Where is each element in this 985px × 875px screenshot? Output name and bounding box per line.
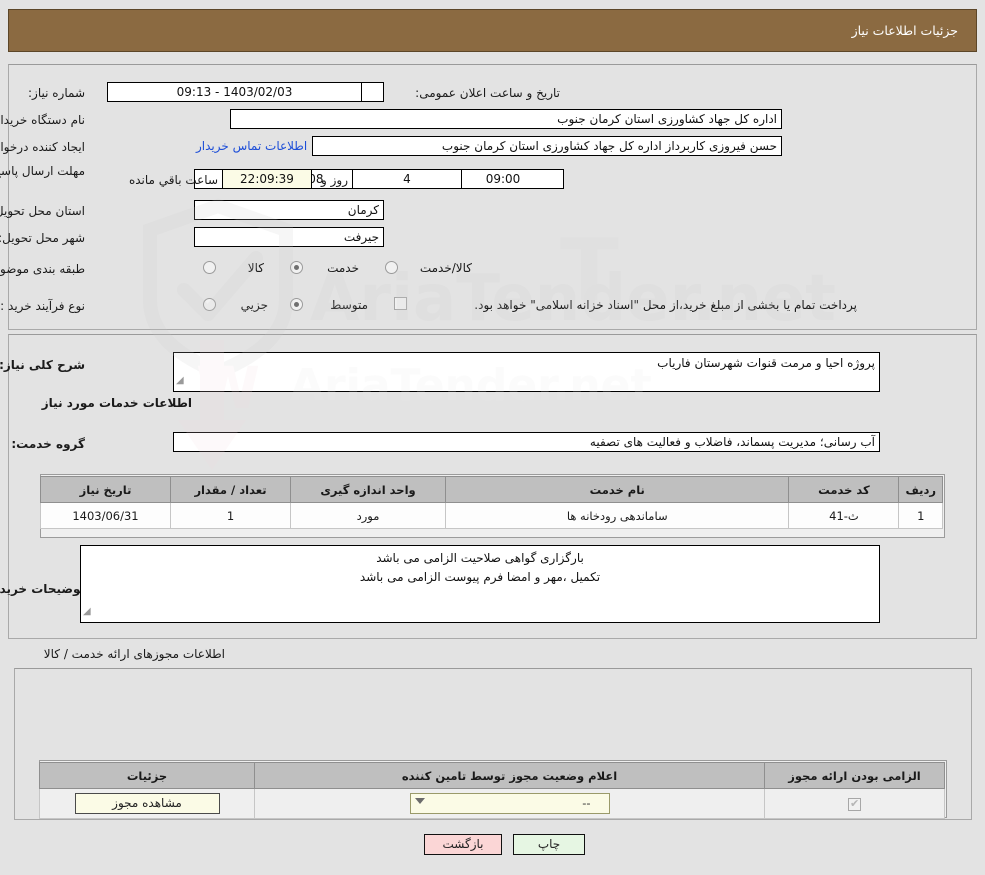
back-button[interactable]: بازگشت (424, 834, 502, 855)
radio-category-kala-khedmat[interactable] (385, 261, 398, 274)
category-label: طبقه بندی موضوعی: (0, 262, 85, 276)
services-table-col-3: واحد اندازه گیری (290, 476, 446, 503)
delivery-city-field[interactable]: جیرفت (194, 227, 384, 247)
buyer-org-field[interactable]: اداره کل جهاد کشاورزی استان کرمان جنوب (230, 109, 782, 129)
services-table-header-row: ردیف کد خدمت نام خدمت واحد اندازه گیری تعداد… (40, 476, 943, 503)
permit-detail-cell: مشاهده مجوز (39, 788, 255, 819)
buyer-notes-line: بارگزاری گواهی صلاحیت الزامی می باشد (376, 551, 584, 565)
chevron-down-icon (414, 798, 425, 804)
radio-label-category-0: کالا (247, 261, 264, 275)
delivery-province-label: استان محل تحویل: (0, 204, 85, 218)
services-section-title: اطلاعات خدمات مورد نیاز (41, 396, 192, 410)
services-cell-date: 1403/06/31 (40, 502, 171, 529)
services-cell-unit: مورد (290, 502, 446, 529)
announce-datetime-field[interactable]: 1403/02/03 - 09:13 (107, 82, 362, 102)
permits-table-wrap: الزامی بودن ارائه مجوز اعلام وضعیت مجوز ت… (39, 760, 947, 819)
countdown-timer-field: 22:09:39 (222, 169, 312, 189)
buyer-notes-label: توضیحات خریدار: (0, 582, 85, 596)
radio-category-khedmat[interactable] (290, 261, 303, 274)
services-table-col-2: نام خدمت (444, 476, 790, 503)
print-button[interactable]: چاپ (513, 834, 585, 855)
buyer-org-label: نام دستگاه خریدار: (0, 113, 85, 127)
page-title: جزئیات اطلاعات نیاز (851, 23, 958, 38)
table-row: 1 ث-41 ساماندهی رودخانه ها مورد 1 1403/06/31 (40, 502, 943, 529)
remaining-days-field: 4 (352, 169, 462, 189)
services-cell-row: 1 (898, 502, 943, 529)
services-table-wrap: ردیف کد خدمت نام خدمت واحد اندازه گیری تعداد… (40, 474, 945, 538)
radio-process-motevaset[interactable] (290, 298, 303, 311)
services-cell-name: ساماندهی رودخانه ها (444, 502, 790, 529)
creator-label: ایجاد کننده درخواست: (0, 140, 85, 154)
need-description-textarea[interactable]: پروژه احیا و مرمت قنوات شهرستان فاریاب (173, 352, 880, 392)
need-info-panel (8, 64, 977, 330)
view-permit-button[interactable]: مشاهده مجوز (74, 793, 220, 814)
resize-grip-icon: ◢ (176, 375, 184, 386)
delivery-city-label: شهر محل تحویل: (0, 231, 85, 245)
radio-label-category-1: خدمت (327, 261, 359, 275)
radio-process-jozei[interactable] (203, 298, 216, 311)
services-cell-qty: 1 (170, 502, 291, 529)
services-table: ردیف کد خدمت نام خدمت واحد اندازه گیری تعداد… (40, 476, 943, 529)
resize-grip-icon-notes: ◢ (83, 606, 91, 617)
page-root: AriaTender.net W AriaTender.net T جزئیات… (0, 0, 985, 875)
table-row: -- مشاهده مجوز (39, 788, 945, 819)
permits-table: الزامی بودن ارائه مجوز اعلام وضعیت مجوز ت… (39, 762, 945, 819)
permits-table-col-0: الزامی بودن ارائه مجوز (764, 762, 945, 789)
permit-required-checkbox (848, 796, 861, 811)
islamic-treasury-text: پرداخت تمام یا بخشی از مبلغ خرید،از محل … (474, 298, 857, 312)
services-table-col-4: تعداد / مقدار (170, 476, 291, 503)
services-table-col-5: تاریخ نیاز (40, 476, 171, 503)
islamic-treasury-checkbox[interactable] (394, 297, 407, 310)
services-table-col-1: کد خدمت (788, 476, 900, 503)
permits-section-title: اطلاعات مجوزهای ارائه خدمت / کالا (43, 647, 225, 661)
delivery-province-field[interactable]: کرمان (194, 200, 384, 220)
radio-label-category-2: کالا/خدمت (419, 261, 472, 275)
window-title-bar: جزئیات اطلاعات نیاز (8, 9, 977, 52)
buyer-contact-link[interactable]: اطلاعات تماس خریدار (196, 139, 307, 153)
buyer-notes-textarea[interactable]: بارگزاری گواهی صلاحیت الزامی می باشد تکمی… (80, 545, 880, 623)
services-table-col-0: ردیف (898, 476, 943, 503)
creator-field[interactable]: حسن فیروزی کاربرداز اداره کل جهاد کشاورز… (312, 136, 782, 156)
services-cell-code: ث-41 (788, 502, 900, 529)
remaining-days-label: روز و (321, 173, 348, 187)
need-description-label: شرح کلی نیاز: (0, 358, 85, 372)
radio-label-process-0: جزیي (240, 298, 268, 312)
permits-table-col-1: اعلام وضعیت مجوز توسط تامین کننده (254, 762, 765, 789)
purchase-process-label: نوع فرآیند خرید : (0, 299, 85, 313)
permit-required-cell (764, 788, 945, 819)
permit-status-cell: -- (254, 788, 765, 819)
permit-status-select[interactable]: -- (409, 793, 610, 814)
need-number-label: شماره نیاز: (28, 86, 85, 100)
radio-category-kala[interactable] (203, 261, 216, 274)
announce-datetime-label: تاریخ و ساعت اعلان عمومی: (415, 86, 560, 100)
remaining-hours-label: ساعت باقي مانده (128, 173, 218, 187)
buyer-notes-line: تکمیل ،مهر و امضا فرم پیوست الزامی می با… (359, 570, 601, 584)
deadline-label: مهلت ارسال پاسخ: تا تاریخ: (0, 164, 85, 178)
permits-table-header-row: الزامی بودن ارائه مجوز اعلام وضعیت مجوز ت… (39, 762, 945, 789)
service-group-label: گروه خدمت: (11, 437, 85, 451)
permits-table-col-2: جزئیات (39, 762, 255, 789)
service-group-field[interactable]: آب رسانی؛ مدیریت پسماند، فاضلاب و فعالیت… (173, 432, 880, 452)
radio-label-process-1: متوسط (330, 298, 368, 312)
